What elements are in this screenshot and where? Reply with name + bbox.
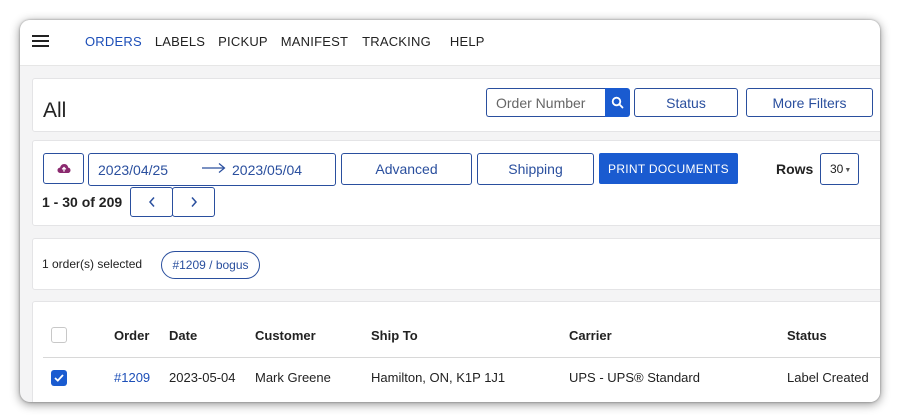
nav-item-help[interactable]: HELP — [450, 34, 485, 49]
pagination-range: 1 - 30 of 209 — [42, 194, 123, 210]
chevron-right-icon — [190, 197, 197, 207]
date-to[interactable]: 2023/05/04 — [232, 162, 302, 178]
column-header-date[interactable]: Date — [169, 328, 197, 343]
selected-count: 1 order(s) selected — [42, 257, 143, 271]
nav-item-pickup[interactable]: PICKUP — [218, 34, 268, 49]
menu-icon[interactable] — [32, 35, 49, 47]
nav-item-manifest[interactable]: MANIFEST — [281, 34, 348, 49]
header-panel: All Status More Filters — [32, 78, 880, 132]
previous-page-button[interactable] — [130, 187, 173, 217]
nav-item-tracking[interactable]: TRACKING — [362, 34, 431, 49]
select-all-checkbox[interactable] — [51, 327, 67, 343]
date-from[interactable]: 2023/04/25 — [98, 162, 168, 178]
order-date: 2023-05-04 — [169, 370, 236, 385]
advanced-button[interactable]: Advanced — [341, 153, 472, 185]
checkmark-icon — [54, 374, 64, 382]
column-header-customer[interactable]: Customer — [255, 328, 316, 343]
search-button[interactable] — [605, 88, 630, 117]
carrier-service: UPS - UPS® Standard — [569, 370, 700, 385]
selected-order-chip[interactable]: #1209 / bogus — [161, 251, 260, 279]
column-header-status[interactable]: Status — [787, 328, 827, 343]
next-page-button[interactable] — [172, 187, 215, 217]
cloud-upload-icon — [57, 164, 70, 173]
upload-button[interactable] — [43, 153, 84, 184]
column-header-ship-to[interactable]: Ship To — [371, 328, 418, 343]
nav-item-orders[interactable]: ORDERS — [85, 34, 142, 49]
column-header-carrier[interactable]: Carrier — [569, 328, 612, 343]
rows-value: 30 — [830, 162, 844, 176]
nav-item-labels[interactable]: LABELS — [155, 34, 205, 49]
more-filters-button[interactable]: More Filters — [746, 88, 873, 117]
top-navigation: ORDERS LABELS PICKUP MANIFEST TRACKING H… — [20, 20, 880, 66]
chevron-down-icon: ▼ — [844, 167, 852, 174]
print-documents-button[interactable]: PRINT DOCUMENTS — [599, 153, 738, 184]
selection-panel: 1 order(s) selected #1209 / bogus — [32, 238, 880, 290]
shipping-button[interactable]: Shipping — [477, 153, 594, 185]
orders-table: Order Date Customer Ship To Carrier Stat… — [32, 301, 880, 402]
chevron-left-icon — [148, 197, 155, 207]
nav-menu: ORDERS LABELS PICKUP MANIFEST TRACKING H… — [85, 34, 485, 49]
customer-name: Mark Greene — [255, 370, 331, 385]
rows-per-page-select[interactable]: 30 ▼ — [820, 153, 859, 185]
status-filter-button[interactable]: Status — [634, 88, 738, 117]
order-link[interactable]: #1209 — [114, 370, 150, 385]
rows-label: Rows — [776, 161, 814, 177]
order-number-search-input[interactable] — [486, 88, 606, 117]
ship-to-address: Hamilton, ON, K1P 1J1 — [371, 370, 506, 385]
app-window: ORDERS LABELS PICKUP MANIFEST TRACKING H… — [20, 20, 880, 402]
row-checkbox[interactable] — [51, 370, 67, 386]
arrow-right-icon — [202, 163, 226, 173]
status-label: Label Created — [787, 370, 869, 385]
table-header-divider — [43, 357, 880, 358]
search-icon — [611, 96, 624, 109]
date-range-picker[interactable]: 2023/04/25 2023/05/04 — [88, 153, 336, 186]
toolbar-panel: 2023/04/25 2023/05/04 Advanced Shipping … — [32, 140, 880, 226]
column-header-order[interactable]: Order — [114, 328, 149, 343]
page-title: All — [43, 99, 67, 122]
